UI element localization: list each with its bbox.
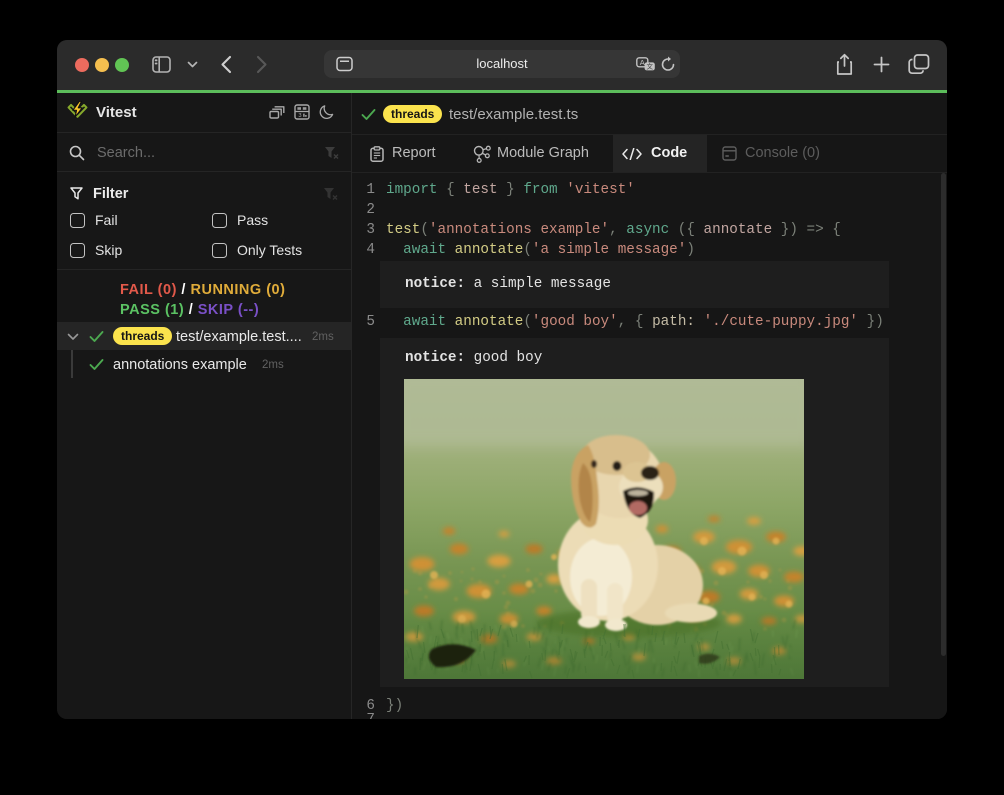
svg-text:3: 3	[298, 113, 301, 119]
svg-text:A: A	[640, 58, 645, 67]
svg-text:文: 文	[646, 61, 653, 70]
